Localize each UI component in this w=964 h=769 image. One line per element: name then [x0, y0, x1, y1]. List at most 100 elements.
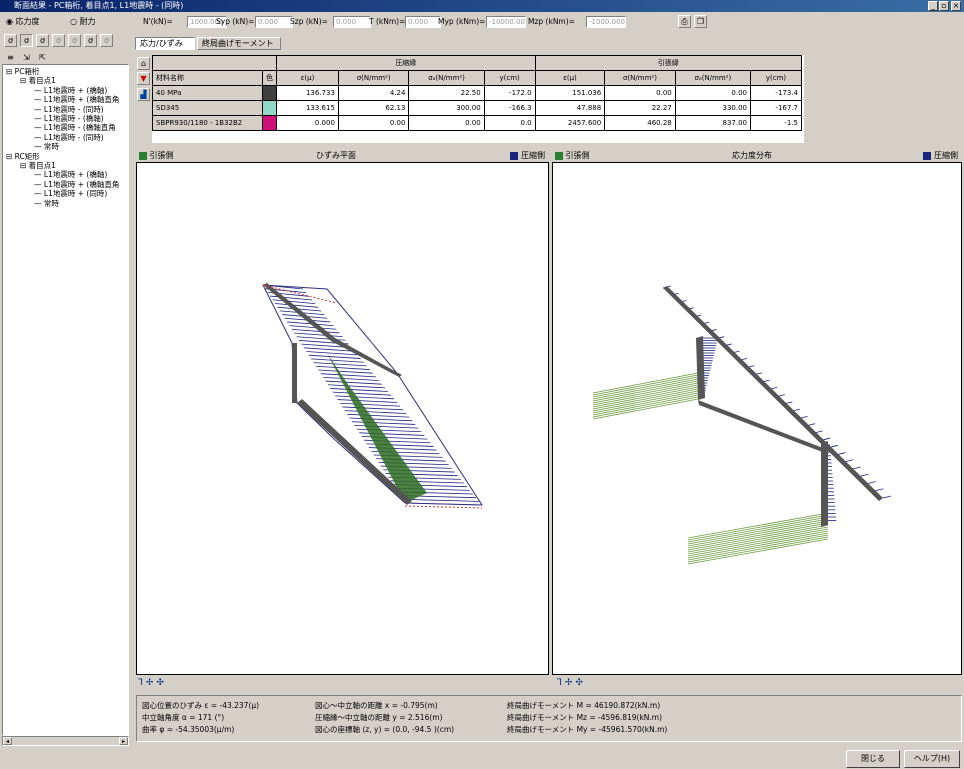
- summary-line: 圧縮縁〜中立軸の距離 y = 2.516(m): [315, 713, 443, 722]
- tree-item[interactable]: ⊟ 着目点1: [20, 76, 56, 85]
- tree-item[interactable]: ⊟ PC箱桁: [6, 67, 39, 76]
- tree-item[interactable]: ⊟ RC矩形: [6, 152, 40, 161]
- scroll-left-icon[interactable]: ◂: [3, 737, 12, 745]
- tree-scrollbar[interactable]: ◂ ▸: [2, 736, 129, 746]
- left-panel-title: ひずみ平面: [316, 151, 356, 160]
- stress-hatch-line: [687, 530, 829, 557]
- table-cell: 0.00: [674, 85, 751, 101]
- axis-icon-right[interactable]: ⅂: [557, 678, 562, 688]
- material-name: SD345: [152, 100, 263, 116]
- print-icon[interactable]: ⎙: [678, 15, 691, 28]
- strain-hatch-line: [311, 358, 364, 363]
- move-icon-right[interactable]: ✢: [565, 678, 573, 688]
- radio-strength[interactable]: ○ 耐力: [70, 16, 96, 27]
- force-input[interactable]: -1000.000: [586, 16, 626, 28]
- sigma-b-icon[interactable]: σ: [68, 34, 81, 47]
- move-icon[interactable]: ✢: [146, 678, 154, 688]
- web-left: [292, 343, 297, 403]
- sigma-a-icon[interactable]: σ: [52, 34, 65, 47]
- force-input[interactable]: 0.000: [255, 16, 293, 28]
- tree-item[interactable]: — L1地震時 + (同時): [34, 189, 107, 198]
- tree-item[interactable]: — L1地震時 - (橋軸): [34, 114, 104, 123]
- tree-item[interactable]: — 常時: [34, 199, 59, 208]
- rotate-icon-right[interactable]: ✣: [575, 678, 583, 688]
- stress-hatch-line: [867, 481, 876, 484]
- table-cell: 62.13: [337, 100, 410, 116]
- stress-distribution-svg: [592, 285, 892, 565]
- strain-plane-view[interactable]: [136, 162, 549, 675]
- title-bar: 断面結果 - PC箱桁, 着目点1, L1地震時 - (同時): [0, 0, 964, 12]
- sigma-d-icon[interactable]: σ: [100, 34, 113, 47]
- minimize-button[interactable]: _: [928, 1, 938, 11]
- table-row[interactable]: 40 MPa 136.733 4.24 22.50 -172.0 151.036 0.00 0…: [152, 85, 803, 101]
- stress-hatch-line: [829, 444, 838, 448]
- help-button[interactable]: ヘルプ(H): [904, 750, 960, 768]
- force-input[interactable]: -10000.00: [486, 16, 526, 28]
- material-table-wrap: 圧縮縁 引張縁 材料名称 色 ε(μ) σ(N/mm²) σₐ(N/mm²) y(cm…: [152, 55, 804, 143]
- table-cell: 22.27: [604, 100, 676, 116]
- scroll-right-icon[interactable]: ▸: [119, 737, 128, 745]
- tree-item[interactable]: — 常時: [34, 142, 59, 151]
- left-view-tools[interactable]: ⅂ ✢ ✣: [138, 678, 164, 688]
- left-panel-header: 引張側 ひずみ平面 圧縮側: [136, 149, 549, 162]
- tree-item[interactable]: — L1地震時 + (橋軸直角: [34, 180, 119, 189]
- axis-icon[interactable]: ⅂: [138, 678, 143, 688]
- stress-hatch-line: [687, 536, 829, 563]
- strain-hatch-line: [352, 421, 416, 425]
- tab-stress-strain[interactable]: 応力/ひずみ: [135, 37, 195, 50]
- stress-hatch-line: [687, 514, 829, 541]
- table-config-icon[interactable]: ⌂: [137, 57, 150, 70]
- tree-item[interactable]: — L1地震時 + (橋軸): [34, 170, 107, 179]
- tree-toolbar: ≡ ⇲ ⇱: [4, 52, 64, 64]
- table-cell: -1.5: [749, 115, 803, 131]
- stress-hatch-line: [687, 538, 829, 565]
- radio-stress[interactable]: ◉ 応力度: [6, 16, 40, 27]
- force-input[interactable]: 0.000: [405, 16, 441, 28]
- tension-swatch-right: [555, 151, 563, 160]
- table-cell: -166.3: [483, 100, 536, 116]
- tab-ultimate-moment[interactable]: 終局曲げモーメント: [197, 37, 281, 50]
- table-cell: 0.00: [337, 115, 410, 131]
- header-color: 色: [262, 70, 277, 86]
- red-material-icon[interactable]: ▼: [137, 72, 150, 85]
- tree-item[interactable]: — L1地震時 + (橋軸): [34, 86, 107, 95]
- right-view-tools[interactable]: ⅂ ✢ ✣: [557, 678, 583, 688]
- table-cell: 0.0: [483, 115, 536, 131]
- tree-item[interactable]: — L1地震時 - (同時): [34, 105, 104, 114]
- stress-distribution-view[interactable]: [552, 162, 962, 675]
- strain-hatch-line: [337, 399, 398, 403]
- sigma-p-icon[interactable]: σ: [36, 34, 49, 47]
- compression-swatch-right: [923, 151, 932, 160]
- tree-item[interactable]: ⊟ 着目点1: [20, 161, 56, 170]
- stress-hatch-line: [882, 495, 892, 499]
- table-row[interactable]: SD345 133.615 62.13 300.00 -166.3 47.888 22.27…: [152, 100, 803, 116]
- tree-item[interactable]: — L1地震時 - (同時): [34, 133, 104, 142]
- stress-hatch-line: [687, 532, 829, 559]
- sigma-s-icon[interactable]: σ: [20, 34, 33, 47]
- chart-icon[interactable]: ▟: [137, 88, 150, 101]
- close-window-button[interactable]: ×: [951, 1, 961, 11]
- sigma-c-icon[interactable]: σ: [4, 34, 17, 47]
- tree-item[interactable]: — L1地震時 + (橋軸直角: [34, 95, 119, 104]
- table-cell: -167.7: [749, 100, 803, 116]
- rotate-icon[interactable]: ✣: [156, 678, 164, 688]
- stress-hatch-line: [687, 520, 829, 547]
- table-cell: 0.000: [276, 115, 339, 131]
- close-button[interactable]: 閉じる: [846, 750, 900, 768]
- strain-hatch-line: [315, 365, 370, 370]
- table-row[interactable]: SBPR930/1180 - 1B32B2 0.000 0.00 0.00 0.0 245…: [152, 115, 803, 131]
- table-cell: 0.00: [408, 115, 485, 131]
- strain-hatch-line: [347, 413, 410, 418]
- material-name: SBPR930/1180 - 1B32B2: [152, 115, 263, 131]
- table-cell: 2457.600: [534, 115, 606, 131]
- force-input[interactable]: 0.000: [333, 16, 371, 28]
- summary-line: 終局曲げモーメント Mz = -4596.819(kN.m): [507, 713, 663, 722]
- copy-icon[interactable]: ❐: [694, 15, 707, 28]
- strain-hatch-line: [402, 498, 479, 502]
- tree-item[interactable]: — L1地震時 - (橋軸直角: [34, 123, 116, 132]
- maximize-button[interactable]: ▫: [939, 1, 949, 11]
- material-color: [262, 100, 277, 116]
- material-color: [262, 115, 277, 131]
- sigma-t-icon[interactable]: σ: [84, 34, 97, 47]
- summary-line: 中立軸角度 α = 171 (°): [142, 713, 225, 722]
